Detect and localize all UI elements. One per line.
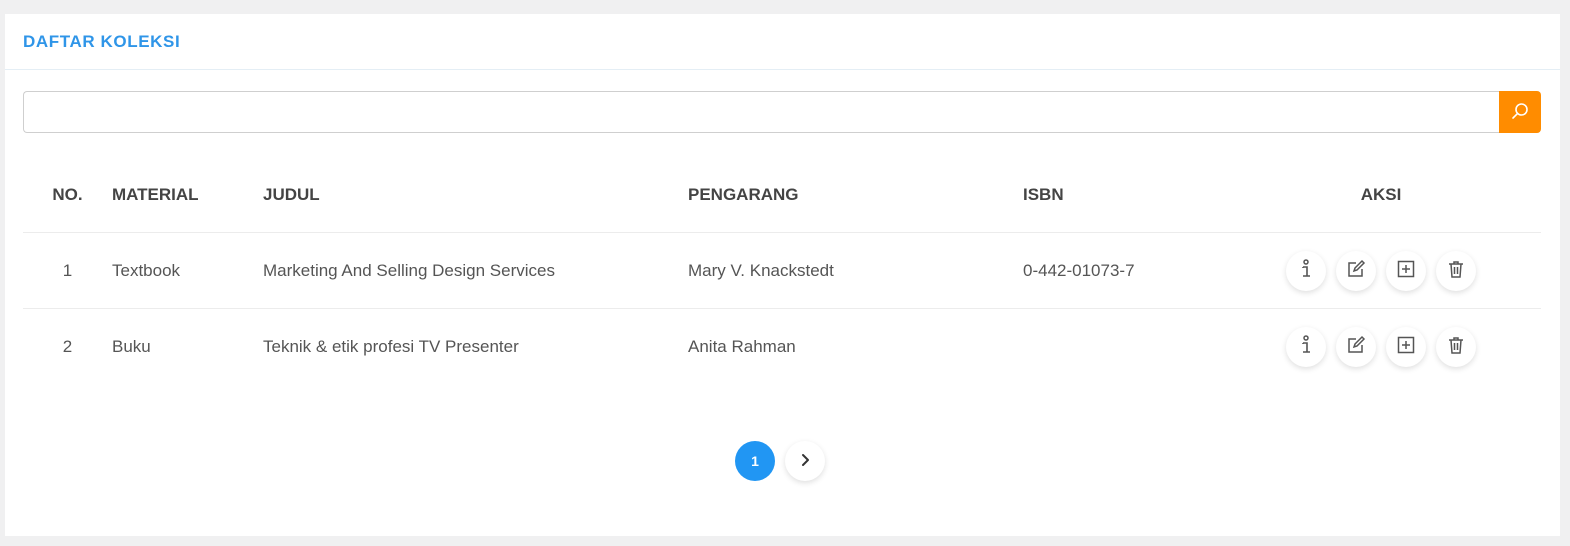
header-judul: JUDUL	[263, 158, 688, 233]
cell-judul: Teknik & etik profesi TV Presenter	[263, 336, 519, 356]
cell-actions	[1281, 309, 1541, 385]
add-icon	[1396, 259, 1416, 282]
table-header-row: NO. MATERIAL JUDUL PENGARANG ISBN AKSI	[23, 158, 1541, 233]
edit-button[interactable]	[1336, 250, 1376, 291]
cell-pengarang: Anita Rahman	[688, 336, 796, 356]
delete-button[interactable]	[1436, 326, 1476, 367]
collection-table: NO. MATERIAL JUDUL PENGARANG ISBN AKSI 1…	[23, 158, 1541, 384]
info-icon	[1297, 335, 1315, 358]
info-button[interactable]	[1286, 250, 1326, 291]
trash-icon	[1446, 335, 1466, 358]
collection-panel: DAFTAR KOLEKSI NO. MATERIAL JUDUL PENGAR…	[5, 14, 1560, 536]
delete-button[interactable]	[1436, 250, 1476, 291]
info-icon	[1297, 259, 1315, 282]
cell-no: 1	[23, 232, 112, 309]
edit-icon	[1346, 335, 1366, 358]
cell-actions	[1281, 232, 1541, 309]
cell-judul: Marketing And Selling Design Services	[263, 232, 688, 309]
search-input[interactable]	[23, 91, 1499, 133]
search-bar	[23, 91, 1541, 133]
cell-isbn: 0-442-01073-7	[1023, 232, 1281, 309]
header-isbn: ISBN	[1023, 158, 1281, 233]
table-row: 1 Textbook Marketing And Selling Design …	[23, 232, 1541, 309]
cell-material: Buku	[112, 336, 151, 356]
panel-header: DAFTAR KOLEKSI	[5, 14, 1560, 70]
edit-button[interactable]	[1336, 326, 1376, 367]
page-1-button[interactable]: 1	[735, 441, 775, 481]
add-icon	[1396, 335, 1416, 358]
header-pengarang: PENGARANG	[688, 158, 1023, 233]
info-button[interactable]	[1286, 326, 1326, 367]
cell-material: Textbook	[112, 232, 263, 309]
next-page-button[interactable]	[785, 441, 825, 481]
cell-isbn	[1023, 309, 1281, 385]
search-icon	[1510, 101, 1530, 124]
pagination: 1	[735, 441, 825, 481]
trash-icon	[1446, 259, 1466, 282]
table-row: 2 Buku Teknik & etik profesi TV Presente…	[23, 309, 1541, 385]
cell-no: 2	[62, 336, 73, 356]
header-aksi: AKSI	[1281, 158, 1541, 233]
cell-pengarang: Mary V. Knackstedt	[688, 232, 1023, 309]
search-button[interactable]	[1499, 91, 1541, 133]
chevron-right-icon	[798, 453, 812, 470]
add-button[interactable]	[1386, 250, 1426, 291]
header-material: MATERIAL	[112, 158, 263, 233]
add-button[interactable]	[1386, 326, 1426, 367]
edit-icon	[1346, 259, 1366, 282]
panel-title: DAFTAR KOLEKSI	[23, 31, 181, 51]
header-no: NO.	[23, 158, 112, 233]
